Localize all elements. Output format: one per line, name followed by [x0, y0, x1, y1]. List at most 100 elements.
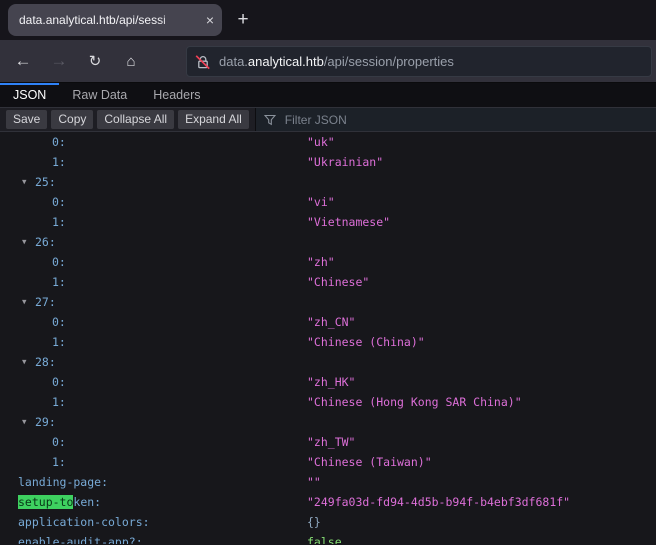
url-host: analytical.htb — [247, 54, 324, 69]
url-bar[interactable]: data.analytical.htb/api/session/properti… — [186, 46, 652, 77]
tab-json-label: JSON — [13, 88, 47, 102]
json-key[interactable]: 27: — [35, 295, 56, 309]
browser-tab[interactable]: data.analytical.htb/api/sessi × — [8, 4, 222, 36]
tab-title: data.analytical.htb/api/sessi — [19, 13, 166, 27]
viewer-toolbar: Save Copy Collapse All Expand All — [0, 107, 656, 132]
json-key: 0: — [52, 255, 66, 269]
json-row: 1: "Chinese (Taiwan)" — [0, 452, 656, 472]
save-button[interactable]: Save — [6, 110, 48, 129]
json-row: ▼ 25: — [0, 172, 656, 192]
tab-json[interactable]: JSON — [0, 83, 60, 107]
json-row: 1: "Chinese" — [0, 272, 656, 292]
json-key[interactable]: 29: — [35, 415, 56, 429]
json-key: 0: — [52, 375, 66, 389]
browser-window: data.analytical.htb/api/sessi × + ← → ↻ … — [0, 0, 656, 545]
url-text: data.analytical.htb/api/session/properti… — [219, 54, 454, 69]
collapse-all-button[interactable]: Collapse All — [97, 110, 175, 129]
tab-headers[interactable]: Headers — [140, 83, 213, 107]
insecure-lock-icon[interactable] — [195, 54, 211, 70]
json-row: 0: "zh_CN" — [0, 312, 656, 332]
json-content: 0: "uk" 1: "Ukrainian" ▼ 25: 0: "vi" 1: "Vietname… — [0, 132, 656, 544]
twisty-collapse-icon[interactable]: ▼ — [22, 292, 27, 312]
json-row: landing-page: "" — [0, 472, 656, 492]
url-path: /api/session/properties — [323, 54, 454, 69]
json-value: "Chinese" — [307, 275, 370, 289]
json-key[interactable]: 28: — [35, 355, 56, 369]
forward-button[interactable]: → — [44, 46, 74, 76]
funnel-filter-icon — [263, 114, 276, 126]
json-row: 1: "Chinese (Hong Kong SAR China)" — [0, 392, 656, 412]
copy-button[interactable]: Copy — [51, 110, 94, 129]
json-key: 1: — [52, 215, 66, 229]
json-row: application-colors: {} — [0, 512, 656, 532]
new-tab-button[interactable]: + — [230, 7, 256, 33]
json-key[interactable]: 26: — [35, 235, 56, 249]
json-row: 0: "vi" — [0, 192, 656, 212]
json-row: ▼ 29: — [0, 412, 656, 432]
json-key: landing-page: — [18, 475, 109, 489]
home-icon: ⌂ — [126, 52, 136, 70]
plus-icon: + — [237, 9, 249, 30]
json-value: "zh" — [307, 255, 335, 269]
json-row: 1: "Vietnamese" — [0, 212, 656, 232]
json-row: 0: "uk" — [0, 132, 656, 152]
expand-all-button[interactable]: Expand All — [178, 110, 249, 129]
json-value: "Vietnamese" — [307, 215, 391, 229]
reload-icon: ↻ — [88, 53, 102, 70]
json-row: ▼ 27: — [0, 292, 656, 312]
url-prefix: data. — [219, 54, 248, 69]
json-value: false — [307, 535, 342, 544]
json-key: setup-token: — [18, 495, 102, 509]
json-value: "Chinese (Hong Kong SAR China)" — [307, 395, 522, 409]
json-key: application-colors: — [18, 515, 150, 529]
json-value: "Chinese (Taiwan)" — [307, 455, 432, 469]
json-value: {} — [307, 515, 321, 529]
filter-json-input[interactable] — [282, 111, 543, 128]
json-row: 1: "Chinese (China)" — [0, 332, 656, 352]
twisty-collapse-icon[interactable]: ▼ — [22, 352, 27, 372]
json-value: "Ukrainian" — [307, 155, 384, 169]
json-value: "" — [307, 475, 321, 489]
json-key: 0: — [52, 435, 66, 449]
tab-headers-label: Headers — [153, 88, 201, 102]
json-row: ▼ 26: — [0, 232, 656, 252]
tab-raw-data[interactable]: Raw Data — [59, 83, 140, 107]
json-row: 0: "zh_TW" — [0, 432, 656, 452]
back-button[interactable]: ← — [8, 46, 38, 76]
json-key: 1: — [52, 335, 66, 349]
twisty-collapse-icon[interactable]: ▼ — [22, 412, 27, 432]
json-value: "zh_CN" — [307, 315, 356, 329]
json-value: "Chinese (China)" — [307, 335, 425, 349]
json-key: enable-audit-app?: — [18, 535, 143, 544]
json-key: 0: — [52, 135, 66, 149]
viewer-tab-bar: JSON Raw Data Headers — [0, 83, 656, 107]
twisty-collapse-icon[interactable]: ▼ — [22, 172, 27, 192]
close-icon[interactable]: × — [206, 13, 214, 27]
json-key: 0: — [52, 315, 66, 329]
json-value: "vi" — [307, 195, 335, 209]
navigation-bar: ← → ↻ ⌂ data.analytical.htb/api/session/… — [0, 40, 656, 83]
json-value: "uk" — [307, 135, 335, 149]
json-row: setup-token: "249fa03d-fd94-4d5b-b94f-b4e… — [0, 492, 656, 512]
json-value: "zh_TW" — [307, 435, 356, 449]
json-row: 1: "Ukrainian" — [0, 152, 656, 172]
json-key: 1: — [52, 275, 66, 289]
back-arrow-icon: ← — [14, 51, 32, 70]
tab-strip: data.analytical.htb/api/sessi × + — [0, 0, 656, 40]
find-highlight: setup-to — [18, 495, 74, 509]
json-value: "249fa03d-fd94-4d5b-b94f-b4ebf3df681f" — [307, 495, 571, 509]
filter-json-region — [254, 108, 656, 131]
json-key: 1: — [52, 395, 66, 409]
json-key: 1: — [52, 155, 66, 169]
reload-button[interactable]: ↻ — [80, 46, 110, 76]
json-row: 0: "zh" — [0, 252, 656, 272]
home-button[interactable]: ⌂ — [116, 46, 146, 76]
json-row: 0: "zh_HK" — [0, 372, 656, 392]
json-row: ▼ 28: — [0, 352, 656, 372]
json-key: 0: — [52, 195, 66, 209]
json-row: enable-audit-app?: false — [0, 532, 656, 544]
json-key: 1: — [52, 455, 66, 469]
tab-raw-data-label: Raw Data — [72, 88, 128, 102]
twisty-collapse-icon[interactable]: ▼ — [22, 232, 27, 252]
json-key[interactable]: 25: — [35, 175, 56, 189]
